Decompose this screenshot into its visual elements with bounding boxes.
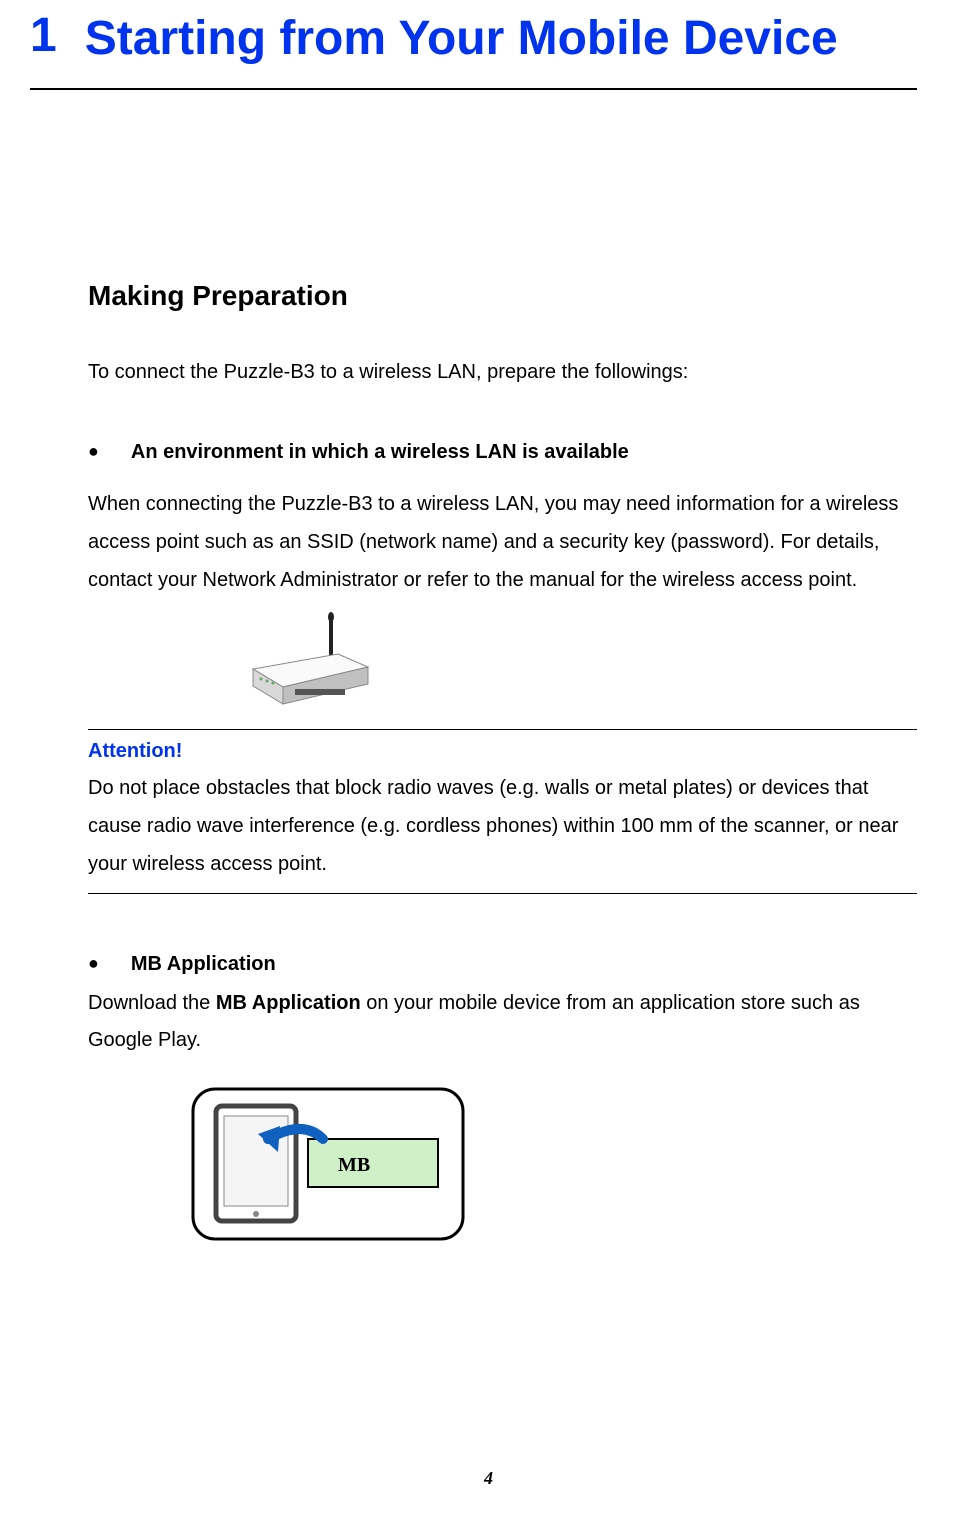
download-pre: Download the (88, 992, 216, 1014)
download-bold: MB Application (216, 992, 361, 1014)
section-heading: Making Preparation (88, 280, 917, 312)
chapter-title: Starting from Your Mobile Device (85, 10, 838, 68)
bullet-body-wlan: When connecting the Puzzle-B3 to a wirel… (88, 485, 917, 599)
router-illustration (243, 609, 917, 714)
page-number: 4 (0, 1468, 977, 1489)
mb-box-label: MB (338, 1154, 370, 1176)
chapter-heading: 1 Starting from Your Mobile Device (30, 10, 917, 68)
attention-title: Attention! (88, 740, 917, 763)
intro-text: To connect the Puzzle-B3 to a wireless L… (88, 357, 917, 387)
bullet-item-mb-app: ● MB Application (88, 949, 917, 979)
bullet-body-mb-app: Download the MB Application on your mobi… (88, 985, 917, 1059)
bullet-label-wlan: An environment in which a wireless LAN i… (131, 437, 629, 467)
bullet-icon: ● (88, 437, 99, 467)
bullet-item-wlan: ● An environment in which a wireless LAN… (88, 437, 917, 467)
bullet-icon: ● (88, 949, 99, 979)
attention-box: Attention! Do not place obstacles that b… (88, 729, 917, 894)
bullet-label-mb-app: MB Application (131, 949, 276, 979)
chapter-divider (30, 88, 917, 90)
attention-body: Do not place obstacles that block radio … (88, 769, 917, 883)
mb-app-illustration: MB (188, 1084, 917, 1249)
chapter-number: 1 (30, 10, 57, 63)
